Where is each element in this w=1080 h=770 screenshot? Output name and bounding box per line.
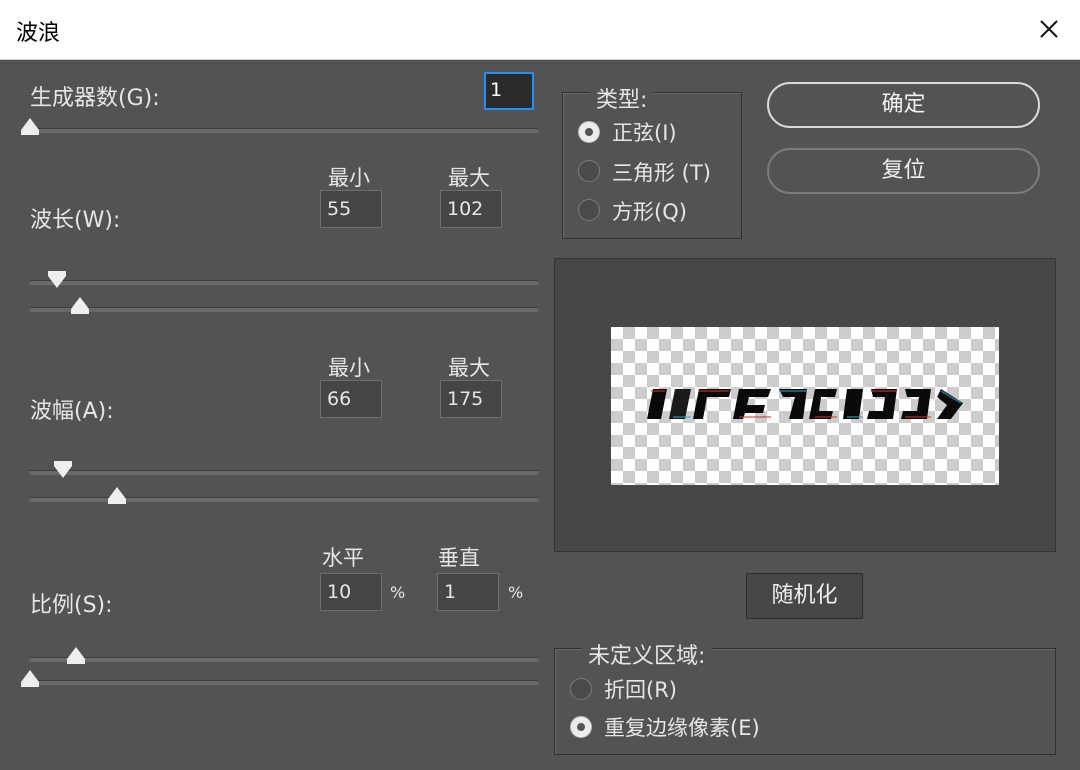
amplitude-min-slider-track[interactable] xyxy=(30,470,538,475)
scale-vertical-slider-track[interactable] xyxy=(30,680,538,685)
wrap-around-radio[interactable] xyxy=(570,678,592,700)
preview-panel xyxy=(554,258,1056,552)
ok-button[interactable]: 确定 xyxy=(767,82,1040,128)
wave-dialog: 波浪 生成器数(G): 1 最小 最大 波长(W): 55 102 最小 最大 … xyxy=(0,0,1080,770)
close-icon[interactable] xyxy=(1032,12,1066,46)
type-square-label[interactable]: 方形(Q) xyxy=(612,196,687,226)
wrap-around-label[interactable]: 折回(R) xyxy=(604,674,677,704)
type-triangle-radio[interactable] xyxy=(578,160,600,182)
type-group-label: 类型: xyxy=(590,82,654,114)
wave-preview-image xyxy=(647,389,963,419)
amplitude-max-heading: 最大 xyxy=(448,356,490,380)
amplitude-min-heading: 最小 xyxy=(328,356,370,380)
repeat-edge-pixels-label[interactable]: 重复边缘像素(E) xyxy=(604,712,760,742)
scale-label: 比例(S): xyxy=(30,593,113,618)
scale-vertical-unit: % xyxy=(508,583,524,602)
scale-vertical-slider-thumb[interactable] xyxy=(21,670,39,687)
amplitude-label: 波幅(A): xyxy=(30,399,114,424)
title-bar: 波浪 xyxy=(0,0,1080,60)
scale-horizontal-field[interactable]: 10 xyxy=(320,573,382,611)
wavelength-max-slider-track[interactable] xyxy=(30,307,538,312)
type-sine-radio[interactable] xyxy=(578,121,600,143)
scale-vertical-heading: 垂直 xyxy=(438,546,480,570)
wavelength-min-heading: 最小 xyxy=(328,166,370,190)
scale-horizontal-slider-track[interactable] xyxy=(30,657,538,662)
type-square-radio[interactable] xyxy=(578,199,600,221)
randomize-button[interactable]: 随机化 xyxy=(746,573,863,619)
generators-slider-thumb[interactable] xyxy=(21,118,39,135)
generators-slider-track[interactable] xyxy=(30,128,538,133)
amplitude-max-slider-track[interactable] xyxy=(30,497,538,502)
wavelength-label: 波长(W): xyxy=(30,208,121,233)
scale-horizontal-heading: 水平 xyxy=(322,546,364,570)
wavelength-max-slider-thumb[interactable] xyxy=(71,297,89,314)
wavelength-min-slider-thumb[interactable] xyxy=(48,271,66,288)
reset-button[interactable]: 复位 xyxy=(767,148,1040,194)
undefined-area-label: 未定义区域: xyxy=(582,638,712,670)
scale-horizontal-slider-thumb[interactable] xyxy=(67,647,85,664)
wavelength-max-heading: 最大 xyxy=(448,166,490,190)
repeat-edge-pixels-radio[interactable] xyxy=(570,716,592,738)
wavelength-min-field[interactable]: 55 xyxy=(320,190,382,228)
wavelength-max-field[interactable]: 102 xyxy=(440,190,502,228)
amplitude-max-field[interactable]: 175 xyxy=(440,380,502,418)
amplitude-min-field[interactable]: 66 xyxy=(320,380,382,418)
amplitude-min-slider-thumb[interactable] xyxy=(54,461,72,478)
type-sine-label[interactable]: 正弦(I) xyxy=(612,117,677,147)
amplitude-max-slider-thumb[interactable] xyxy=(108,487,126,504)
wavelength-min-slider-track[interactable] xyxy=(30,280,538,285)
preview-canvas xyxy=(611,327,999,485)
window-title: 波浪 xyxy=(16,21,61,46)
generators-label: 生成器数(G): xyxy=(30,86,160,111)
scale-vertical-field[interactable]: 1 xyxy=(437,573,499,611)
type-triangle-label[interactable]: 三角形 (T) xyxy=(612,157,711,187)
scale-horizontal-unit: % xyxy=(390,583,406,602)
generators-field[interactable]: 1 xyxy=(484,72,534,110)
